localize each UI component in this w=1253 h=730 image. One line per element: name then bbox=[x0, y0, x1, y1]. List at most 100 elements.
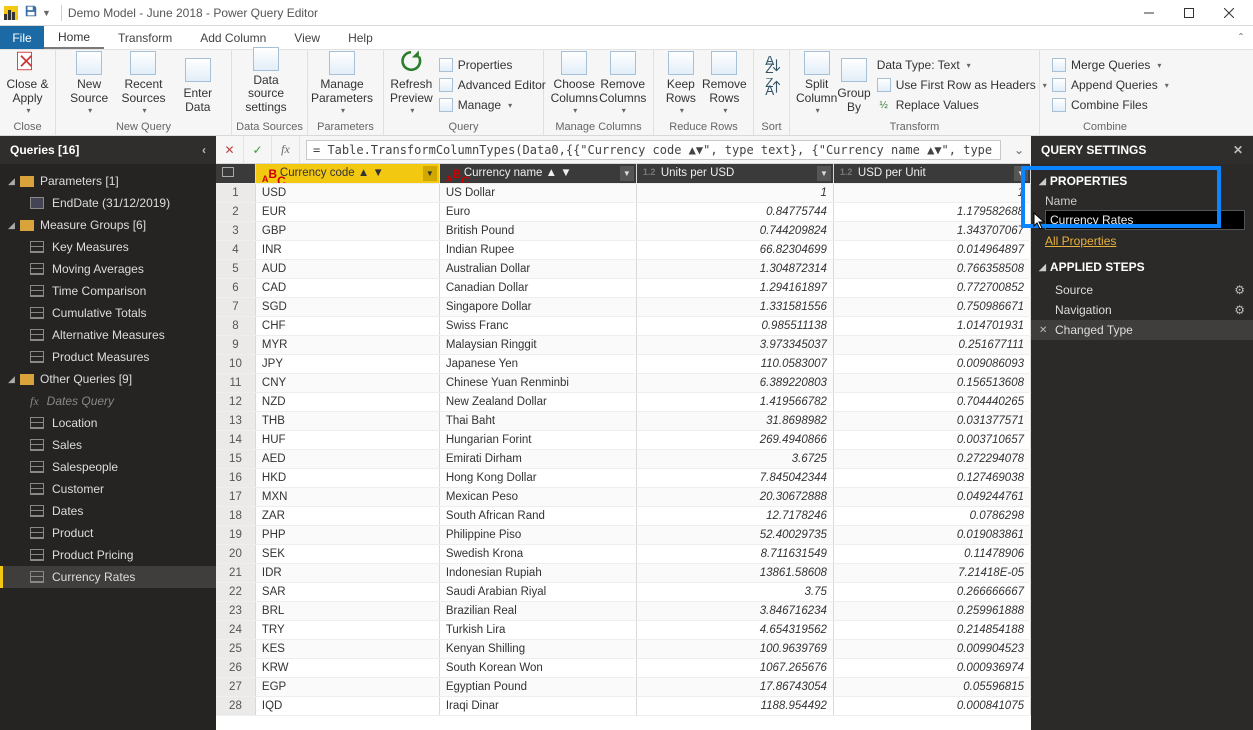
step-changed-type[interactable]: ✕Changed Type bbox=[1031, 320, 1253, 340]
data-type-button[interactable]: Data Type: Text▾ bbox=[873, 56, 1051, 74]
close-apply-button[interactable]: Close & Apply▾ bbox=[6, 53, 49, 117]
cancel-formula-button[interactable]: ✕ bbox=[216, 136, 244, 164]
row-number[interactable]: 1 bbox=[216, 183, 255, 202]
row-number[interactable]: 7 bbox=[216, 297, 255, 316]
cell[interactable]: 0.0786298 bbox=[833, 506, 1030, 525]
row-number[interactable]: 12 bbox=[216, 392, 255, 411]
cell[interactable]: Kenyan Shilling bbox=[439, 639, 636, 658]
cell[interactable]: 1.014701931 bbox=[833, 316, 1030, 335]
collapse-ribbon-icon[interactable]: ˆ bbox=[1229, 26, 1253, 49]
cell[interactable]: South African Rand bbox=[439, 506, 636, 525]
cell[interactable]: INR bbox=[255, 240, 439, 259]
keep-rows-button[interactable]: Keep Rows▾ bbox=[660, 53, 702, 117]
step-navigation[interactable]: Navigation⚙ bbox=[1031, 300, 1253, 320]
applied-steps-header[interactable]: ◢APPLIED STEPS bbox=[1031, 256, 1253, 278]
row-number[interactable]: 14 bbox=[216, 430, 255, 449]
row-number[interactable]: 20 bbox=[216, 544, 255, 563]
minimize-button[interactable] bbox=[1129, 0, 1169, 26]
cell[interactable]: 1 bbox=[833, 183, 1030, 202]
cell[interactable]: 1067.265676 bbox=[636, 658, 833, 677]
cell[interactable]: ZAR bbox=[255, 506, 439, 525]
query-item-location[interactable]: Location bbox=[0, 412, 216, 434]
row-number[interactable]: 9 bbox=[216, 335, 255, 354]
cell[interactable]: JPY bbox=[255, 354, 439, 373]
cell[interactable]: 3.75 bbox=[636, 582, 833, 601]
cell[interactable]: 0.704440265 bbox=[833, 392, 1030, 411]
cell[interactable]: Swiss Franc bbox=[439, 316, 636, 335]
query-item-product-pricing[interactable]: Product Pricing bbox=[0, 544, 216, 566]
query-item-salespeople[interactable]: Salespeople bbox=[0, 456, 216, 478]
query-item-dates[interactable]: Dates bbox=[0, 500, 216, 522]
row-number[interactable]: 17 bbox=[216, 487, 255, 506]
cell[interactable]: Chinese Yuan Renminbi bbox=[439, 373, 636, 392]
cell[interactable]: 8.711631549 bbox=[636, 544, 833, 563]
query-item-time-comparison[interactable]: Time Comparison bbox=[0, 280, 216, 302]
query-item-enddate-31-12-2019-[interactable]: EndDate (31/12/2019) bbox=[0, 192, 216, 214]
cell[interactable]: Egyptian Pound bbox=[439, 677, 636, 696]
cell[interactable]: Malaysian Ringgit bbox=[439, 335, 636, 354]
query-item-moving-averages[interactable]: Moving Averages bbox=[0, 258, 216, 280]
cell[interactable]: 1.331581556 bbox=[636, 297, 833, 316]
step-source[interactable]: Source⚙ bbox=[1031, 280, 1253, 300]
cell[interactable]: 0.266666667 bbox=[833, 582, 1030, 601]
cell[interactable]: CAD bbox=[255, 278, 439, 297]
sort-asc-button[interactable]: AZ bbox=[763, 56, 781, 74]
sort-desc-button[interactable]: ZA bbox=[763, 78, 781, 96]
expand-formula-button[interactable]: ⌄ bbox=[1007, 136, 1031, 164]
cell[interactable]: 7.845042344 bbox=[636, 468, 833, 487]
cell[interactable]: EUR bbox=[255, 202, 439, 221]
tab-view[interactable]: View bbox=[280, 26, 334, 49]
cell[interactable]: 0.049244761 bbox=[833, 487, 1030, 506]
cell[interactable]: Australian Dollar bbox=[439, 259, 636, 278]
cell[interactable]: GBP bbox=[255, 221, 439, 240]
file-tab[interactable]: File bbox=[0, 26, 44, 49]
table-row[interactable]: 20SEKSwedish Krona8.7116315490.11478906 bbox=[216, 544, 1031, 563]
cell[interactable]: 0.772700852 bbox=[833, 278, 1030, 297]
cell[interactable]: THB bbox=[255, 411, 439, 430]
row-number[interactable]: 26 bbox=[216, 658, 255, 677]
tab-add-column[interactable]: Add Column bbox=[186, 26, 280, 49]
cell[interactable]: 1.304872314 bbox=[636, 259, 833, 278]
cell[interactable]: MYR bbox=[255, 335, 439, 354]
cell[interactable]: 1.343707067 bbox=[833, 221, 1030, 240]
cell[interactable]: USD bbox=[255, 183, 439, 202]
table-row[interactable]: 17MXNMexican Peso20.306728880.049244761 bbox=[216, 487, 1031, 506]
manage-parameters-button[interactable]: Manage Parameters▾ bbox=[314, 53, 370, 117]
cell[interactable]: 0.05596815 bbox=[833, 677, 1030, 696]
table-row[interactable]: 2EUREuro0.847757441.179582688 bbox=[216, 202, 1031, 221]
cell[interactable]: NZD bbox=[255, 392, 439, 411]
cell[interactable]: South Korean Won bbox=[439, 658, 636, 677]
cell[interactable]: 66.82304699 bbox=[636, 240, 833, 259]
column-dropdown-icon[interactable]: ▼ bbox=[1014, 166, 1028, 181]
table-row[interactable]: 16HKDHong Kong Dollar7.8450423440.127469… bbox=[216, 468, 1031, 487]
data-source-settings-button[interactable]: Data source settings bbox=[238, 53, 294, 117]
cell[interactable]: HUF bbox=[255, 430, 439, 449]
cell[interactable]: 3.973345037 bbox=[636, 335, 833, 354]
table-row[interactable]: 3GBPBritish Pound0.7442098241.343707067 bbox=[216, 221, 1031, 240]
cell[interactable]: BRL bbox=[255, 601, 439, 620]
cell[interactable]: 6.389220803 bbox=[636, 373, 833, 392]
cell[interactable]: KRW bbox=[255, 658, 439, 677]
table-row[interactable]: 15AEDEmirati Dirham3.67250.272294078 bbox=[216, 449, 1031, 468]
tab-home[interactable]: Home bbox=[44, 26, 104, 49]
cell[interactable]: 0.84775744 bbox=[636, 202, 833, 221]
cell[interactable]: SGD bbox=[255, 297, 439, 316]
row-number[interactable]: 16 bbox=[216, 468, 255, 487]
cell[interactable]: 110.0583007 bbox=[636, 354, 833, 373]
cell[interactable]: Brazilian Real bbox=[439, 601, 636, 620]
table-row[interactable]: 5AUDAustralian Dollar1.3048723140.766358… bbox=[216, 259, 1031, 278]
cell[interactable]: TRY bbox=[255, 620, 439, 639]
enter-data-button[interactable]: Enter Data bbox=[171, 53, 225, 117]
table-row[interactable]: 28IQDIraqi Dinar1188.9544920.000841075 bbox=[216, 696, 1031, 715]
table-row[interactable]: 21IDRIndonesian Rupiah13861.586087.21418… bbox=[216, 563, 1031, 582]
table-row[interactable]: 9MYRMalaysian Ringgit3.9733450370.251677… bbox=[216, 335, 1031, 354]
all-properties-link[interactable]: All Properties bbox=[1045, 234, 1116, 248]
gear-icon[interactable]: ⚙ bbox=[1234, 303, 1245, 317]
row-number[interactable]: 19 bbox=[216, 525, 255, 544]
row-number[interactable]: 22 bbox=[216, 582, 255, 601]
cell[interactable]: 0.744209824 bbox=[636, 221, 833, 240]
close-window-button[interactable] bbox=[1209, 0, 1249, 26]
cell[interactable]: 17.86743054 bbox=[636, 677, 833, 696]
merge-queries-button[interactable]: Merge Queries▾ bbox=[1048, 56, 1173, 74]
table-row[interactable]: 10JPYJapanese Yen110.05830070.009086093 bbox=[216, 354, 1031, 373]
